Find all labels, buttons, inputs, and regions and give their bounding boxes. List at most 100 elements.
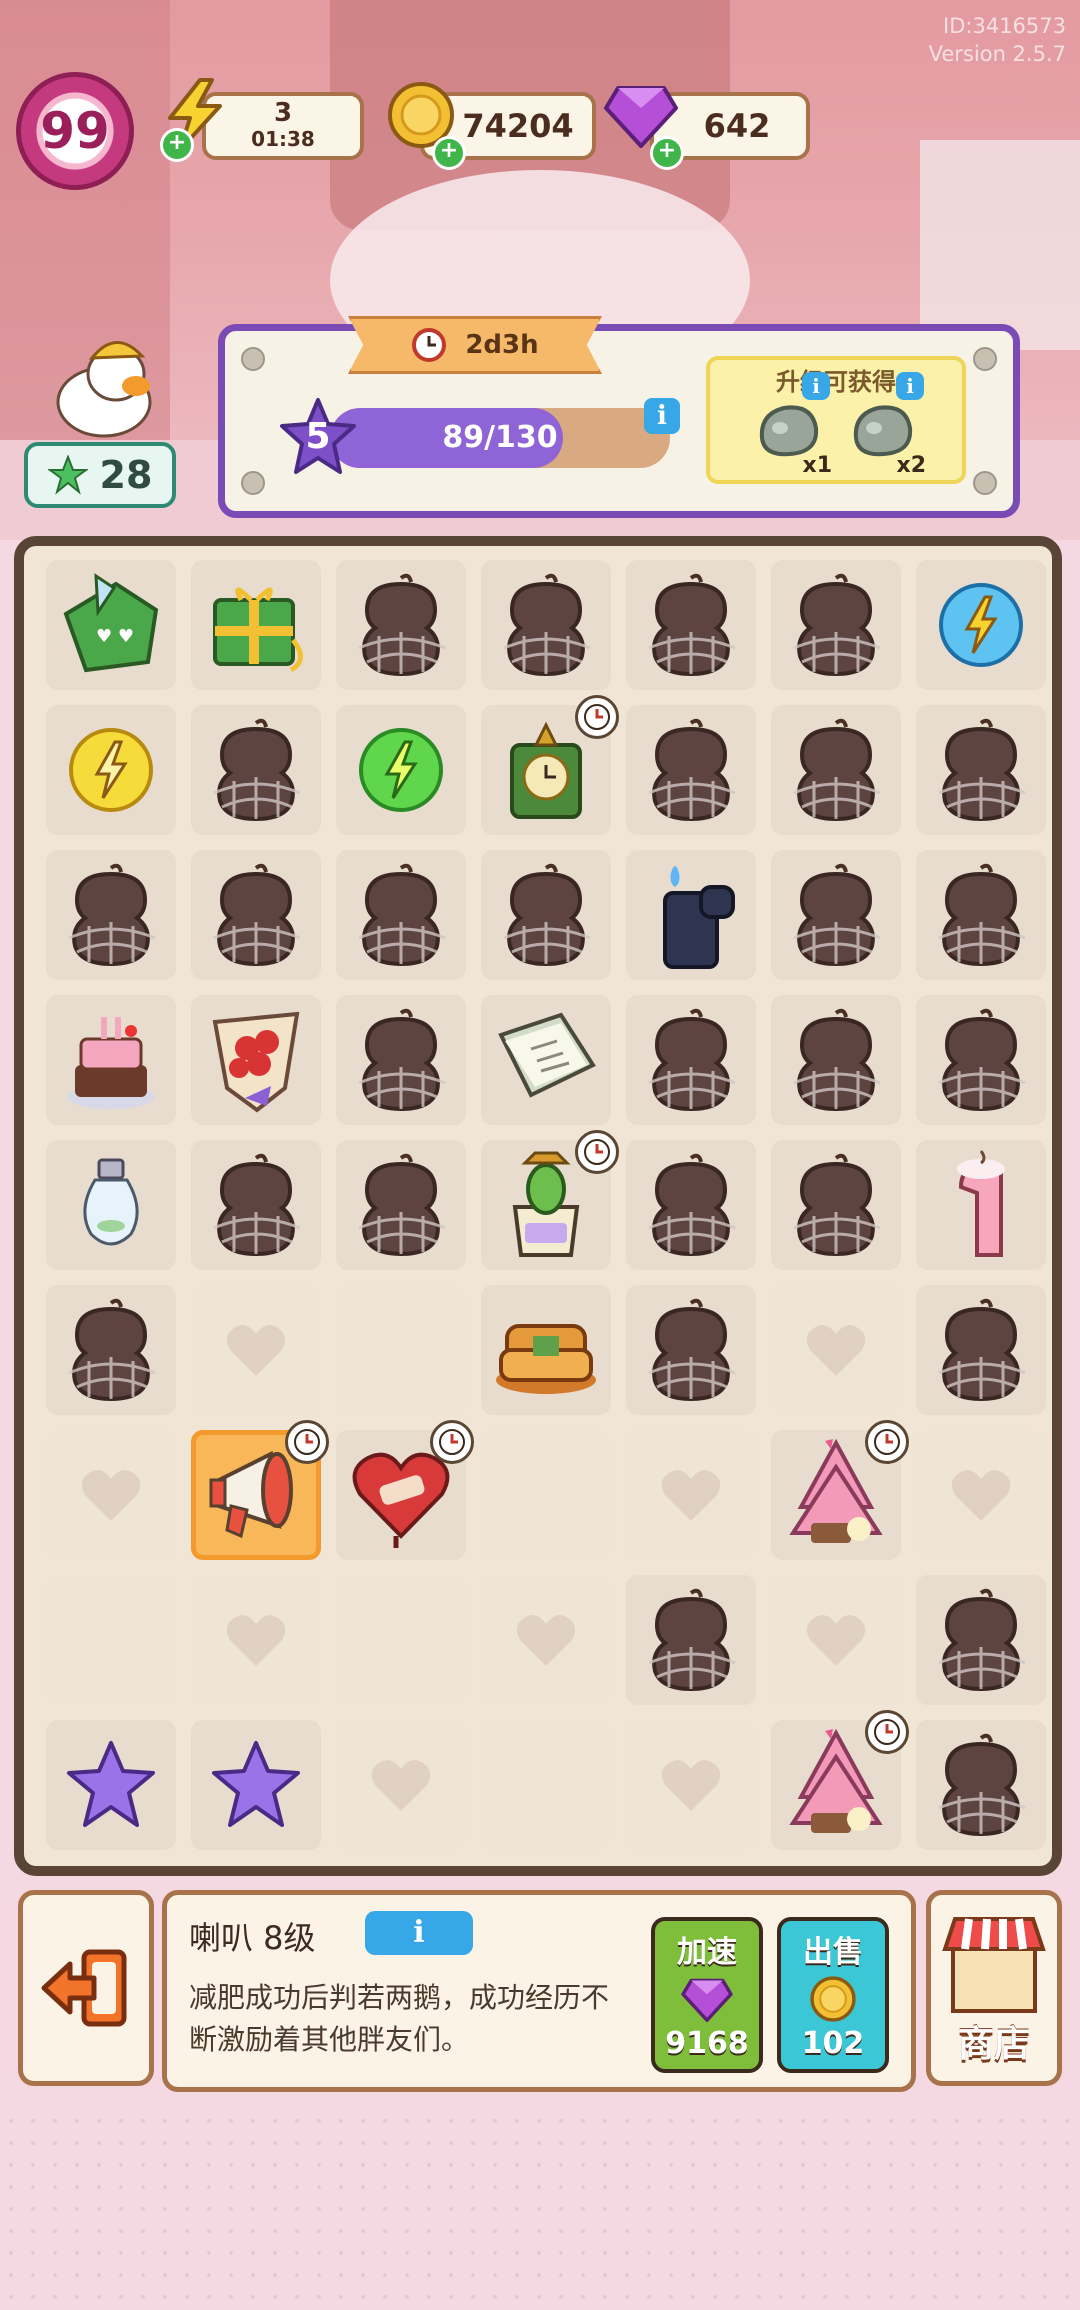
web-bag-item[interactable] [481,560,611,690]
bulb-item[interactable] [46,1140,176,1270]
board-cell[interactable] [481,1430,611,1560]
shop-button[interactable]: 商店 [926,1890,1062,2086]
board-cell[interactable] [191,1720,321,1850]
web-bag-item[interactable] [46,850,176,980]
board-cell[interactable] [336,1420,474,1560]
web-bag-item[interactable] [336,995,466,1125]
web-bag-item[interactable] [771,850,901,980]
board-cell[interactable] [771,995,901,1125]
board-cell[interactable] [191,1140,321,1270]
board-cell[interactable] [916,1575,1046,1705]
sell-button[interactable]: 出售 102 [777,1917,889,2073]
board-cell[interactable] [626,1140,756,1270]
board-cell[interactable] [626,1430,756,1560]
web-bag-item[interactable] [191,1140,321,1270]
board-cell[interactable] [916,1430,1046,1560]
event-info-button[interactable]: i [644,398,680,434]
candle-item[interactable] [916,1140,1046,1270]
web-bag-item[interactable] [916,995,1046,1125]
web-bag-item[interactable] [626,1285,756,1415]
web-bag-item[interactable] [191,850,321,980]
lighter-item[interactable] [626,850,756,980]
board-cell[interactable] [771,1420,909,1560]
web-bag-item[interactable] [336,1140,466,1270]
board-cell[interactable] [191,850,321,980]
board-cell[interactable] [771,1710,909,1850]
coin-add-button[interactable]: + [432,136,466,170]
board-cell[interactable] [336,850,466,980]
web-bag-item[interactable] [626,560,756,690]
board-cell[interactable] [336,1575,466,1705]
board-cell[interactable] [916,1285,1046,1415]
goose-mascot[interactable] [40,330,170,440]
board-cell[interactable] [916,1140,1046,1270]
web-bag-item[interactable] [771,995,901,1125]
board-cell[interactable] [481,1285,611,1415]
sofa-item[interactable] [481,1285,611,1415]
web-bag-item[interactable] [626,705,756,835]
board-cell[interactable] [46,1285,176,1415]
board-cell[interactable] [46,705,176,835]
board-cell[interactable] [191,560,321,690]
board-cell[interactable] [916,995,1046,1125]
board-cell[interactable] [46,850,176,980]
board-cell[interactable] [626,1720,756,1850]
notebook-item[interactable] [481,995,611,1125]
board-cell[interactable] [191,1575,321,1705]
board-cell[interactable] [771,560,901,690]
board-cell[interactable] [46,1430,176,1560]
board-cell[interactable] [771,705,901,835]
board-cell[interactable] [46,1720,176,1850]
board-cell[interactable] [481,560,611,690]
board-cell[interactable] [626,560,756,690]
green-energy-item[interactable] [336,705,466,835]
board-cell[interactable] [191,705,321,835]
web-bag-item[interactable] [916,1575,1046,1705]
board-cell[interactable] [191,1420,329,1560]
board-cell[interactable] [916,1720,1046,1850]
leaf-counter[interactable]: 28 [24,442,176,508]
board-cell[interactable] [481,995,611,1125]
web-bag-item[interactable] [771,560,901,690]
cake-item[interactable] [46,995,176,1125]
item-info-button[interactable]: i [365,1911,473,1955]
web-bag-item[interactable] [916,1285,1046,1415]
web-bag-item[interactable] [916,705,1046,835]
web-bag-item[interactable] [916,1720,1046,1850]
exit-button[interactable] [18,1890,154,2086]
reward-info-button[interactable]: i [802,372,830,400]
board-cell[interactable] [626,850,756,980]
purple-star-item[interactable] [191,1720,321,1850]
web-bag-item[interactable] [771,705,901,835]
board-cell[interactable] [626,1285,756,1415]
reward-info-button[interactable]: i [896,372,924,400]
player-level-badge[interactable]: 99 [16,72,134,190]
board-cell[interactable] [481,695,619,835]
board-cell[interactable] [916,705,1046,835]
web-bag-item[interactable] [626,1575,756,1705]
board-cell[interactable] [916,560,1046,690]
web-bag-item[interactable] [336,850,466,980]
web-bag-item[interactable] [481,850,611,980]
board-cell[interactable] [191,1285,321,1415]
board-cell[interactable] [46,1140,176,1270]
board-cell[interactable] [771,1140,901,1270]
board-cell[interactable] [336,995,466,1125]
board-cell[interactable] [191,995,321,1125]
board-cell[interactable] [336,705,466,835]
blue-energy-item[interactable] [916,560,1046,690]
board-cell[interactable] [626,705,756,835]
gem-add-button[interactable]: + [650,136,684,170]
bouquet-item[interactable] [191,995,321,1125]
web-bag-item[interactable] [336,560,466,690]
green-gift-item[interactable] [191,560,321,690]
web-bag-item[interactable] [626,995,756,1125]
board-cell[interactable] [46,995,176,1125]
board-cell[interactable] [771,1285,901,1415]
board-cell[interactable] [626,1575,756,1705]
board-cell[interactable] [336,560,466,690]
energy-add-button[interactable]: + [160,128,194,162]
board-cell[interactable]: ♥ ♥ [46,560,176,690]
purple-star-item[interactable] [46,1720,176,1850]
board-cell[interactable] [626,995,756,1125]
